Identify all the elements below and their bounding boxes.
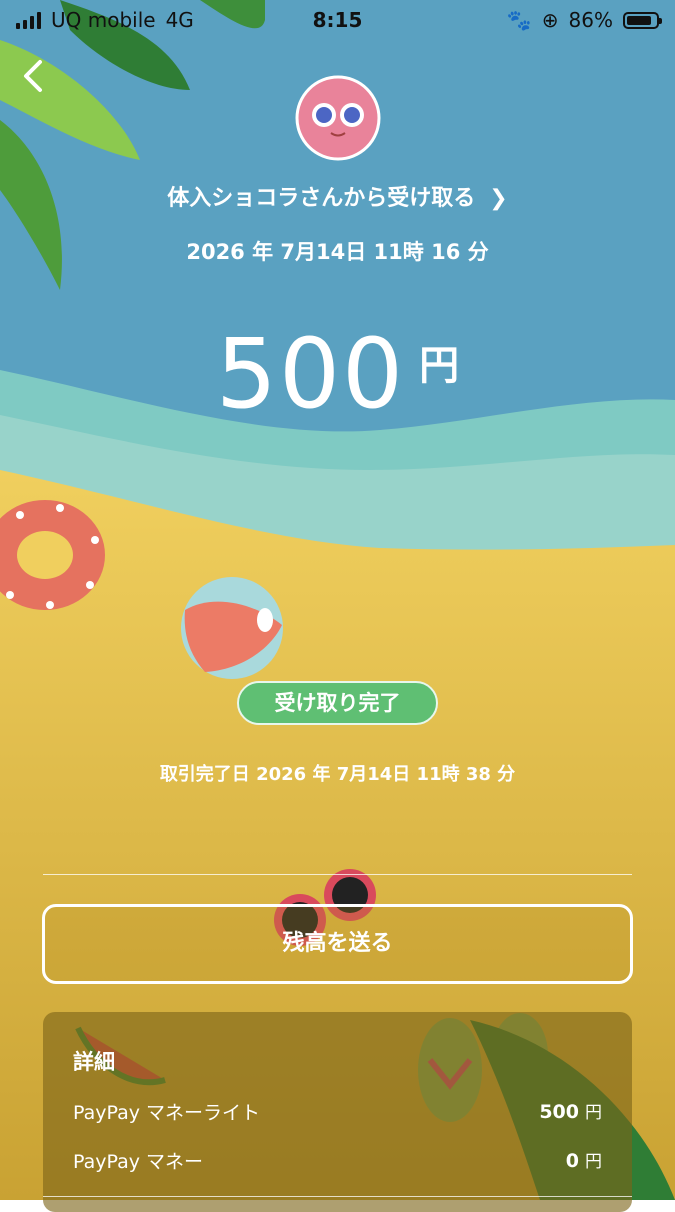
status-bar: UQ mobile 4G 8:15 🐾 ⊕ 86% <box>0 0 675 40</box>
detail-value: 500 円 <box>539 1098 602 1123</box>
amount-display: 500 円 <box>0 318 675 430</box>
amount-value: 500 <box>215 318 406 430</box>
detail-label: PayPay マネー <box>73 1151 204 1173</box>
back-button[interactable] <box>18 56 48 96</box>
status-badge: 受け取り完了 <box>237 681 438 725</box>
detail-amount: 0 <box>565 1150 579 1172</box>
detail-unit: 円 <box>585 1152 602 1172</box>
amount-unit: 円 <box>419 343 460 389</box>
beach-ball-decoration <box>181 577 283 679</box>
status-right: 🐾 ⊕ 86% <box>506 8 662 32</box>
completed-date: 取引完了日 2026 年 7月14日 11時 38 分 <box>159 764 516 785</box>
detail-unit: 円 <box>585 1103 602 1123</box>
sender-avatar[interactable] <box>295 75 381 161</box>
divider <box>43 874 632 875</box>
chevron-left-icon <box>24 60 42 92</box>
details-card: 詳細 PayPay マネーライト 500 円 PayPay マネー 0円 <box>43 1012 632 1212</box>
sender-text: 体入ショコラさんから受け取る <box>167 186 476 211</box>
detail-label: PayPay マネーライト <box>73 1102 261 1124</box>
chevron-right-icon: ❯ <box>489 186 508 211</box>
battery-icon <box>623 11 662 29</box>
rotation-lock-icon: ⊕ <box>541 8 559 32</box>
battery-fill <box>627 15 652 25</box>
send-balance-button[interactable]: 残高を送る <box>42 904 633 984</box>
detail-amount: 500 <box>539 1101 579 1123</box>
paw-icon: 🐾 <box>506 8 532 32</box>
details-divider <box>43 1196 632 1197</box>
battery-percent: 86% <box>568 8 613 32</box>
transaction-datetime: 2026 年 7月14日 11時 16 分 <box>186 240 489 264</box>
sender-link[interactable]: 体入ショコラさんから受け取る ❯ <box>0 180 675 212</box>
detail-value: 0円 <box>566 1147 602 1172</box>
details-title: 詳細 <box>73 1050 115 1074</box>
